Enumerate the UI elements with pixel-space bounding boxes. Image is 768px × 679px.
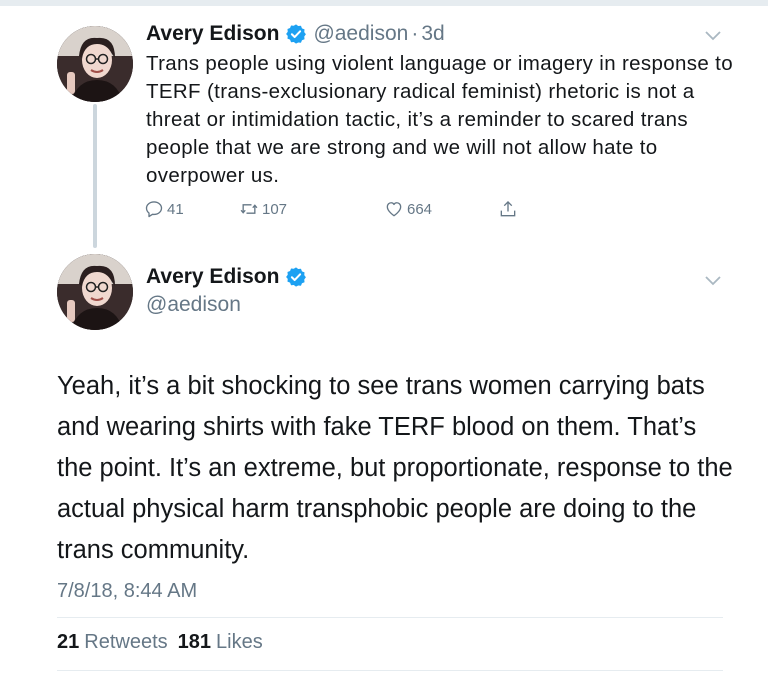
handle[interactable]: @aedison: [313, 22, 408, 46]
tweet1-actions: 41 107 664: [144, 199, 544, 225]
like-count: 664: [407, 200, 433, 218]
tweet1-body: Trans people using violent language or i…: [146, 52, 733, 187]
handle[interactable]: @aedison: [146, 293, 241, 317]
likes-count[interactable]: 181: [178, 631, 211, 654]
share-button[interactable]: [498, 199, 521, 219]
chevron-down-icon[interactable]: [704, 275, 722, 287]
like-button[interactable]: 664: [384, 199, 432, 219]
avatar-photo-icon: [57, 26, 133, 102]
retweets-label[interactable]: Retweets: [84, 631, 167, 654]
retweets-count[interactable]: 21: [57, 631, 79, 654]
tweet1-header: Avery Edison @aedison · 3d: [146, 22, 445, 46]
verified-badge-icon: [286, 24, 307, 44]
heart-icon: [386, 202, 402, 217]
display-name[interactable]: Avery Edison: [146, 265, 279, 289]
avatar[interactable]: [57, 26, 133, 102]
retweet-icon: [240, 204, 258, 214]
verified-badge-icon: [286, 267, 307, 287]
top-divider: [0, 0, 768, 6]
avatar[interactable]: [57, 254, 133, 330]
thread-connector-line: [93, 104, 97, 248]
share-icon: [500, 200, 516, 217]
separator-dot: ·: [411, 22, 419, 45]
engagement-stats: 21 Retweets 181 Likes: [57, 631, 273, 654]
avatar-photo-icon: [57, 254, 133, 330]
chevron-down-icon[interactable]: [704, 30, 722, 42]
retweet-button[interactable]: 107: [239, 199, 287, 219]
tweet2-header: Avery Edison: [146, 265, 307, 289]
retweet-count: 107: [262, 200, 288, 218]
reply-button[interactable]: 41: [144, 199, 184, 219]
tweet-age[interactable]: 3d: [421, 22, 444, 46]
tweet2-body: Yeah, it’s a bit shocking to see trans w…: [57, 372, 733, 564]
display-name[interactable]: Avery Edison: [146, 22, 279, 46]
divider: [57, 670, 723, 671]
tweet-timestamp[interactable]: 7/8/18, 8:44 AM: [57, 580, 197, 603]
divider: [57, 617, 723, 618]
likes-label[interactable]: Likes: [216, 631, 263, 654]
reply-icon: [145, 201, 163, 218]
reply-count: 41: [167, 200, 184, 218]
